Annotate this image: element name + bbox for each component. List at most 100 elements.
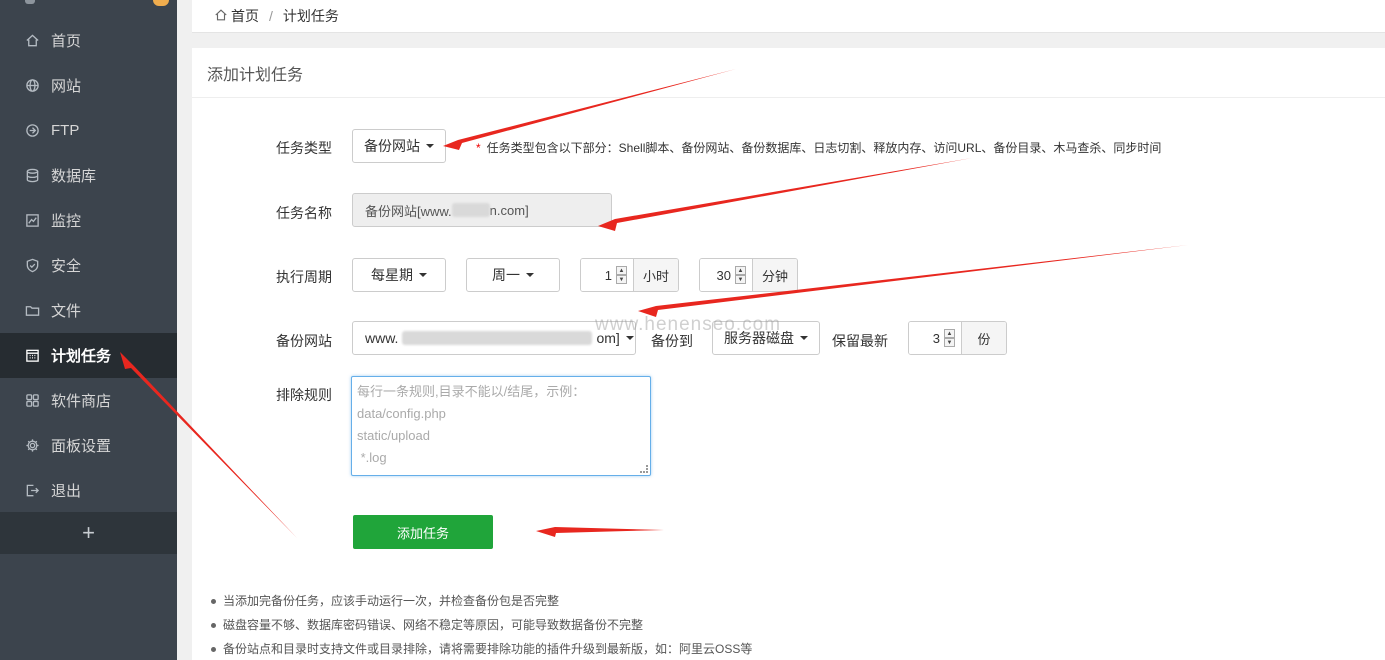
sidebar-item-crontab[interactable]: 计划任务 (0, 333, 177, 378)
folder-icon (24, 303, 40, 319)
keep-input-group: 3 ▲ ▼ 份 (908, 321, 1007, 355)
list-item: 磁盘容量不够、数据库密码错误、网络不稳定等原因，可能导致数据备份不完整 (211, 614, 752, 638)
cycle-label: 执行周期 (276, 269, 332, 285)
list-item: 备份站点和目录时支持文件或目录排除，请将需要排除功能的插件升级到最新版，如：阿里… (211, 638, 752, 660)
sidebar-item-home[interactable]: 首页 (0, 18, 177, 63)
add-task-button[interactable]: 添加任务 (353, 515, 493, 549)
home-icon (24, 33, 40, 49)
spin-down-icon[interactable]: ▼ (735, 275, 746, 284)
minute-unit: 分钟 (752, 259, 797, 291)
hour-value: 1 (604, 267, 612, 283)
keep-input[interactable]: 3 ▲ ▼ (909, 322, 961, 354)
placeholder-line: 每行一条规则,目录不能以/结尾，示例： (357, 384, 586, 399)
logo-fragment-icon (25, 0, 35, 4)
notes-list: 当添加完备份任务，应该手动运行一次，并检查备份包是否完整 磁盘容量不够、数据库密… (211, 590, 752, 660)
sidebar-item-site[interactable]: 网站 (0, 63, 177, 108)
resize-handle-icon[interactable] (640, 465, 648, 473)
plus-icon: + (82, 520, 95, 545)
hour-unit: 小时 (633, 259, 678, 291)
monitor-icon (24, 213, 40, 229)
sidebar-item-logout[interactable]: 退出 (0, 468, 177, 513)
notification-badge[interactable] (153, 0, 169, 6)
gear-icon (24, 438, 40, 454)
spin-down-icon[interactable]: ▼ (616, 275, 627, 284)
sidebar-item-security[interactable]: 安全 (0, 243, 177, 288)
breadcrumb-separator: / (269, 8, 273, 24)
breadcrumb-home-link[interactable]: 首页 (231, 6, 259, 26)
globe-icon (24, 78, 40, 94)
keep-value: 3 (932, 330, 940, 346)
minute-input[interactable]: 30 ▲ ▼ (700, 259, 752, 291)
keep-spinner[interactable]: ▲ ▼ (944, 329, 955, 347)
sidebar-item-monitor[interactable]: 监控 (0, 198, 177, 243)
watermark: www.henenseo.com (595, 314, 782, 335)
sidebar-item-label: 监控 (51, 213, 82, 230)
sidebar: 首页 网站 FTP 数据库 监控 安全 文件 计划任务 软件商店 面板设置 退出… (0, 0, 177, 660)
sidebar-item-label: 退出 (51, 483, 82, 500)
sidebar-item-label: 文件 (51, 303, 82, 320)
caret-down-icon (800, 336, 808, 340)
sidebar-item-store[interactable]: 软件商店 (0, 378, 177, 423)
task-type-hint: * 任务类型包含以下部分：Shell脚本、备份网站、备份数据库、日志切割、释放内存… (476, 139, 1161, 156)
sidebar-item-label: 首页 (51, 33, 82, 50)
backup-site-prefix: www. (365, 330, 399, 346)
exclude-rules-textarea[interactable]: 每行一条规则,目录不能以/结尾，示例： data/config.php stat… (351, 376, 651, 476)
keep-latest-label: 保留最新 (832, 333, 888, 349)
sidebar-nav: 首页 网站 FTP 数据库 监控 安全 文件 计划任务 软件商店 面板设置 退出 (0, 18, 177, 513)
add-shortcut-button[interactable]: + (0, 512, 177, 554)
backup-site-label: 备份网站 (276, 333, 332, 349)
logout-icon (24, 483, 40, 499)
hour-spinner[interactable]: ▲ ▼ (616, 266, 627, 284)
spin-up-icon[interactable]: ▲ (616, 266, 627, 275)
keep-unit: 份 (961, 322, 1006, 354)
task-type-select[interactable]: 备份网站 (352, 129, 446, 163)
minute-input-group: 30 ▲ ▼ 分钟 (699, 258, 798, 292)
shield-icon (24, 258, 40, 274)
sidebar-item-label: 数据库 (51, 168, 97, 185)
home-icon (214, 8, 231, 24)
panel-title: 添加计划任务 (192, 48, 1385, 98)
hour-input[interactable]: 1 ▲ ▼ (581, 259, 633, 291)
backup-site-select[interactable]: www. om] (352, 321, 636, 355)
placeholder-line: static/upload (357, 428, 430, 443)
breadcrumb-current: 计划任务 (282, 8, 339, 24)
calendar-icon (24, 348, 40, 364)
cycle-weekday-select[interactable]: 周一 (466, 258, 560, 292)
sidebar-item-label: FTP (51, 122, 80, 139)
sidebar-item-label: 面板设置 (51, 438, 112, 455)
sidebar-item-files[interactable]: 文件 (0, 288, 177, 333)
grid-icon (24, 393, 40, 409)
task-type-hint-text: 任务类型包含以下部分：Shell脚本、备份网站、备份数据库、日志切割、释放内存、… (486, 141, 1162, 155)
task-name-label: 任务名称 (276, 205, 332, 221)
database-icon (24, 168, 40, 184)
sidebar-item-label: 计划任务 (51, 348, 112, 365)
caret-down-icon (426, 144, 434, 148)
redacted-text (451, 203, 490, 217)
task-name-input[interactable]: 备份网站[www. n.com] (352, 193, 612, 227)
exclude-rules-label: 排除规则 (276, 387, 332, 403)
placeholder-line: data/config.php (357, 406, 446, 421)
sidebar-header (0, 0, 177, 18)
caret-down-icon (526, 273, 534, 277)
sidebar-item-label: 软件商店 (51, 393, 112, 410)
cycle-weekday-value: 周一 (492, 267, 520, 283)
minute-value: 30 (716, 267, 731, 283)
task-name-prefix: 备份网站[www. (365, 203, 452, 219)
minute-spinner[interactable]: ▲ ▼ (735, 266, 746, 284)
spin-down-icon[interactable]: ▼ (944, 338, 955, 347)
caret-down-icon (419, 273, 427, 277)
sidebar-item-database[interactable]: 数据库 (0, 153, 177, 198)
breadcrumb: 首页 / 计划任务 (192, 0, 1385, 33)
spin-up-icon[interactable]: ▲ (735, 266, 746, 275)
required-star: * (476, 141, 481, 155)
sidebar-item-ftp[interactable]: FTP (0, 108, 177, 153)
list-item: 当添加完备份任务，应该手动运行一次，并检查备份包是否完整 (211, 590, 752, 614)
sidebar-item-settings[interactable]: 面板设置 (0, 423, 177, 468)
task-type-label: 任务类型 (276, 140, 332, 156)
task-type-value: 备份网站 (364, 138, 420, 154)
ftp-icon (24, 123, 40, 139)
spin-up-icon[interactable]: ▲ (944, 329, 955, 338)
sidebar-item-label: 安全 (51, 258, 82, 275)
redacted-text (402, 331, 593, 345)
cycle-period-select[interactable]: 每星期 (352, 258, 446, 292)
